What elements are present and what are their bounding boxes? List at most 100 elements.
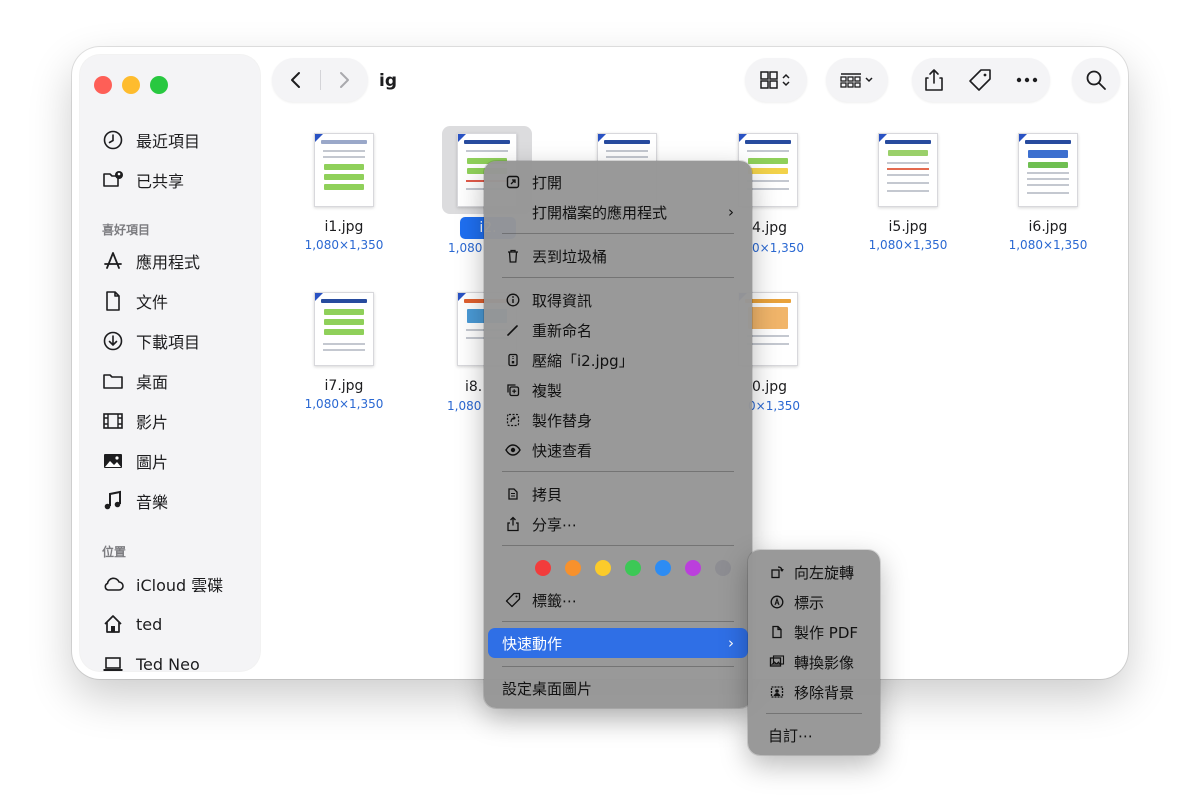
sidebar-item-movies[interactable]: 影片 — [102, 404, 252, 438]
share-icon — [504, 516, 522, 532]
file-item[interactable]: i7.jpg 1,080×1,350 — [280, 292, 408, 411]
menu-item-make-alias[interactable]: 製作替身 — [488, 407, 748, 433]
menu-item-move-to-trash[interactable]: 丟到垃圾桶 — [488, 243, 748, 269]
tag-color-orange[interactable] — [565, 560, 581, 576]
more-actions-button[interactable] — [1016, 77, 1038, 83]
file-thumbnail — [314, 133, 374, 207]
menu-item-markup[interactable]: 標示 — [752, 589, 876, 615]
sidebar-item-desktop[interactable]: 桌面 — [102, 364, 252, 398]
view-mode-button[interactable] — [745, 58, 807, 102]
tag-icon — [969, 69, 991, 91]
share-icon — [925, 69, 943, 91]
menu-item-tags[interactable]: 標籤⋯ — [488, 587, 748, 613]
tag-color-yellow[interactable] — [595, 560, 611, 576]
zoom-window-button[interactable] — [150, 76, 168, 94]
menu-separator — [502, 666, 734, 667]
close-window-button[interactable] — [94, 76, 112, 94]
menu-item-get-info[interactable]: 取得資訊 — [488, 287, 748, 313]
file-name: i1.jpg — [324, 219, 364, 235]
file-name: i5.jpg — [888, 219, 928, 235]
sidebar-item-computer[interactable]: Ted Neo — [102, 647, 252, 679]
menu-item-set-desktop-picture[interactable]: 設定桌面圖片 — [488, 675, 748, 701]
file-thumbnail — [1018, 133, 1078, 207]
minimize-window-button[interactable] — [122, 76, 140, 94]
tag-color-purple[interactable] — [685, 560, 701, 576]
sidebar-item-applications[interactable]: 應用程式 — [102, 244, 252, 278]
sidebar: 最近項目 已共享 喜好項目 應用程式 文件 下載項目 桌面 影片 圖片 音樂 位… — [80, 55, 260, 674]
tag-color-blue[interactable] — [655, 560, 671, 576]
file-dimensions: 1,080 — [448, 241, 483, 255]
file-thumbnail — [878, 133, 938, 207]
tag-color-gray[interactable] — [715, 560, 731, 576]
menu-item-convert-image[interactable]: 轉換影像 — [752, 649, 876, 675]
file-item[interactable]: i1.jpg 1,080×1,350 — [280, 133, 408, 252]
chevron-right-icon: › — [728, 203, 734, 221]
tag-color-red[interactable] — [535, 560, 551, 576]
sidebar-item-label: 圖片 — [136, 453, 169, 472]
sidebar-item-label: 應用程式 — [136, 253, 201, 272]
markup-icon — [768, 595, 786, 609]
menu-item-label: 壓縮「i2.jpg」 — [532, 351, 634, 370]
menu-item-label: 自訂⋯ — [768, 726, 814, 745]
sidebar-item-recents[interactable]: 最近項目 — [102, 123, 252, 157]
sidebar-item-label: 文件 — [136, 293, 169, 312]
file-dimensions: 1,080×1,350 — [304, 397, 384, 411]
sidebar-item-downloads[interactable]: 下載項目 — [102, 324, 252, 358]
menu-item-remove-background[interactable]: 移除背景 — [752, 679, 876, 705]
menu-separator — [502, 621, 734, 622]
duplicate-icon — [504, 383, 522, 397]
menu-item-duplicate[interactable]: 複製 — [488, 377, 748, 403]
download-icon — [103, 331, 123, 351]
menu-item-label: 打開 — [532, 173, 563, 192]
menu-item-customize[interactable]: 自訂⋯ — [752, 722, 876, 748]
menu-item-rename[interactable]: 重新命名 — [488, 317, 748, 343]
menu-item-label: 分享⋯ — [532, 515, 578, 534]
menu-item-create-pdf[interactable]: 製作 PDF — [752, 619, 876, 645]
rotate-left-icon — [768, 565, 786, 579]
menu-item-rotate-left[interactable]: 向左旋轉 — [752, 559, 876, 585]
sidebar-item-documents[interactable]: 文件 — [102, 284, 252, 318]
menu-item-quick-look[interactable]: 快速查看 — [488, 437, 748, 463]
file-thumbnail — [314, 292, 374, 366]
share-button[interactable] — [924, 68, 944, 92]
menu-item-compress[interactable]: 壓縮「i2.jpg」 — [488, 347, 748, 373]
file-dimensions: 1,080×1,350 — [868, 238, 948, 252]
sidebar-item-pictures[interactable]: 圖片 — [102, 444, 252, 478]
file-item[interactable]: i6.jpg 1,080×1,350 — [984, 133, 1112, 252]
open-icon — [504, 175, 522, 189]
menu-item-label: 重新命名 — [532, 321, 593, 340]
file-name: i6.jpg — [1028, 219, 1068, 235]
remove-background-icon — [768, 685, 786, 699]
cloud-icon — [104, 577, 124, 591]
home-icon — [104, 615, 122, 633]
tag-color-green[interactable] — [625, 560, 641, 576]
menu-item-share[interactable]: 分享⋯ — [488, 511, 748, 537]
menu-item-quick-actions[interactable]: 快速動作 › — [488, 628, 748, 658]
back-button[interactable] — [272, 58, 320, 102]
sidebar-item-label: 桌面 — [136, 373, 169, 392]
photo-icon — [104, 454, 122, 468]
menu-separator — [502, 233, 734, 234]
sidebar-item-icloud[interactable]: iCloud 雲碟 — [102, 567, 252, 601]
sidebar-item-home[interactable]: ted — [102, 607, 252, 641]
menu-separator — [766, 713, 862, 714]
search-button[interactable] — [1072, 58, 1120, 102]
file-item[interactable]: i5.jpg 1,080×1,350 — [844, 133, 972, 252]
folder-title: ig — [379, 71, 397, 91]
applications-icon — [104, 252, 122, 269]
menu-item-label: 快速動作 — [502, 634, 563, 653]
sidebar-item-music[interactable]: 音樂 — [102, 484, 252, 518]
menu-separator — [502, 277, 734, 278]
menu-item-label: 拷貝 — [532, 485, 563, 504]
menu-item-open[interactable]: 打開 — [488, 169, 748, 195]
menu-item-label: 製作 PDF — [794, 623, 858, 642]
group-by-button[interactable] — [826, 58, 888, 102]
menu-item-copy[interactable]: 拷貝 — [488, 481, 748, 507]
tag-button[interactable] — [968, 68, 992, 92]
file-dimensions: 1,080×1,350 — [1008, 238, 1088, 252]
sidebar-item-shared[interactable]: 已共享 — [102, 163, 252, 197]
film-icon — [103, 413, 123, 429]
forward-button[interactable] — [320, 58, 368, 102]
document-icon — [768, 625, 786, 639]
menu-item-open-with[interactable]: 打開檔案的應用程式 › — [488, 199, 748, 225]
